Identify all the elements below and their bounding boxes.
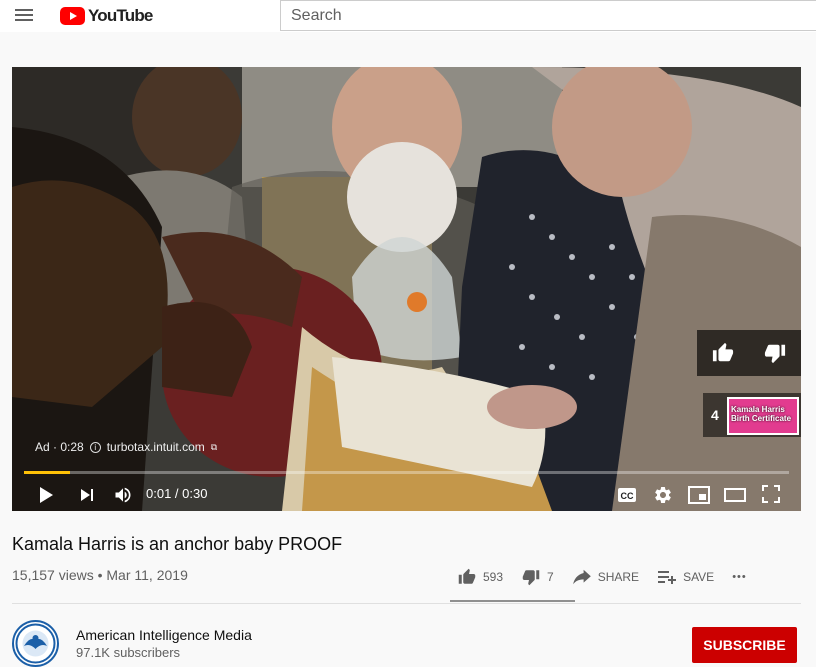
subscribe-button[interactable]: SUBSCRIBE [692, 627, 797, 663]
share-icon [572, 569, 591, 585]
dislike-button[interactable]: 7 [521, 568, 554, 586]
fullscreen-icon[interactable] [762, 485, 780, 503]
volume-icon[interactable] [112, 485, 134, 505]
up-next-thumb-text: Kamala Harris Birth Certificate [731, 405, 792, 423]
up-next-number: 4 [711, 407, 719, 423]
channel-avatar[interactable] [12, 620, 59, 667]
svg-text:CC: CC [621, 491, 634, 501]
time-display: 0:01 / 0:30 [146, 486, 208, 501]
channel-name[interactable]: American Intelligence Media [76, 627, 252, 643]
video-player[interactable]: 4 Kamala Harris Birth Certificate Ad · 0… [12, 67, 801, 511]
video-actions: 593 7 SHARE SAVE ••• [457, 566, 765, 588]
next-icon[interactable] [79, 487, 95, 503]
player-controls: 0:01 / 0:30 CC [12, 480, 801, 510]
save-label: SAVE [683, 570, 715, 584]
progress-bar[interactable] [24, 471, 789, 474]
menu-icon[interactable] [12, 6, 36, 26]
more-actions-button[interactable]: ••• [732, 571, 747, 583]
up-next-thumbnail[interactable]: Kamala Harris Birth Certificate [727, 397, 799, 435]
progress-fill [24, 471, 70, 474]
cc-icon[interactable]: CC [617, 487, 637, 503]
more-icon: ••• [732, 571, 747, 583]
like-count: 593 [483, 570, 504, 584]
eagle-emblem-icon [15, 623, 56, 664]
views-and-date: 15,157 views • Mar 11, 2019 [12, 567, 188, 583]
external-link-icon[interactable]: ⧉ [211, 442, 217, 453]
search-input[interactable]: Search [280, 0, 816, 31]
youtube-logo-mark [60, 7, 85, 25]
ad-countdown: Ad · 0:28 [35, 440, 84, 454]
info-icon[interactable]: i [89, 441, 101, 453]
save-button[interactable]: SAVE [657, 569, 714, 585]
dislike-count: 7 [547, 570, 554, 584]
thumbs-down-icon[interactable] [763, 342, 787, 364]
ad-domain-link[interactable]: turbotax.intuit.com [107, 440, 205, 454]
youtube-logo-text: YouTube [88, 6, 153, 25]
theater-icon[interactable] [724, 488, 746, 502]
video-title: Kamala Harris is an anchor baby PROOF [12, 534, 343, 554]
like-button[interactable]: 593 [457, 568, 503, 586]
youtube-logo[interactable]: YouTube [60, 5, 153, 27]
thumbs-up-icon[interactable] [711, 342, 735, 364]
play-icon[interactable] [37, 486, 55, 504]
thumbs-down-icon [522, 570, 540, 586]
share-button[interactable]: SHARE [572, 569, 639, 585]
top-bar: YouTube Search [0, 0, 816, 32]
end-screen-rating [697, 330, 801, 376]
playlist-add-icon [658, 571, 677, 584]
divider [12, 603, 801, 604]
thumbs-up-icon [458, 568, 476, 584]
subscriber-count: 97.1K subscribers [76, 645, 181, 660]
share-label: SHARE [597, 570, 640, 584]
up-next-card[interactable]: 4 Kamala Harris Birth Certificate [703, 393, 801, 437]
sentiment-bar [450, 600, 575, 602]
gear-icon[interactable] [653, 485, 673, 505]
miniplayer-icon[interactable] [688, 486, 710, 504]
ad-badge: Ad · 0:28 i turbotax.intuit.com ⧉ [35, 440, 217, 454]
